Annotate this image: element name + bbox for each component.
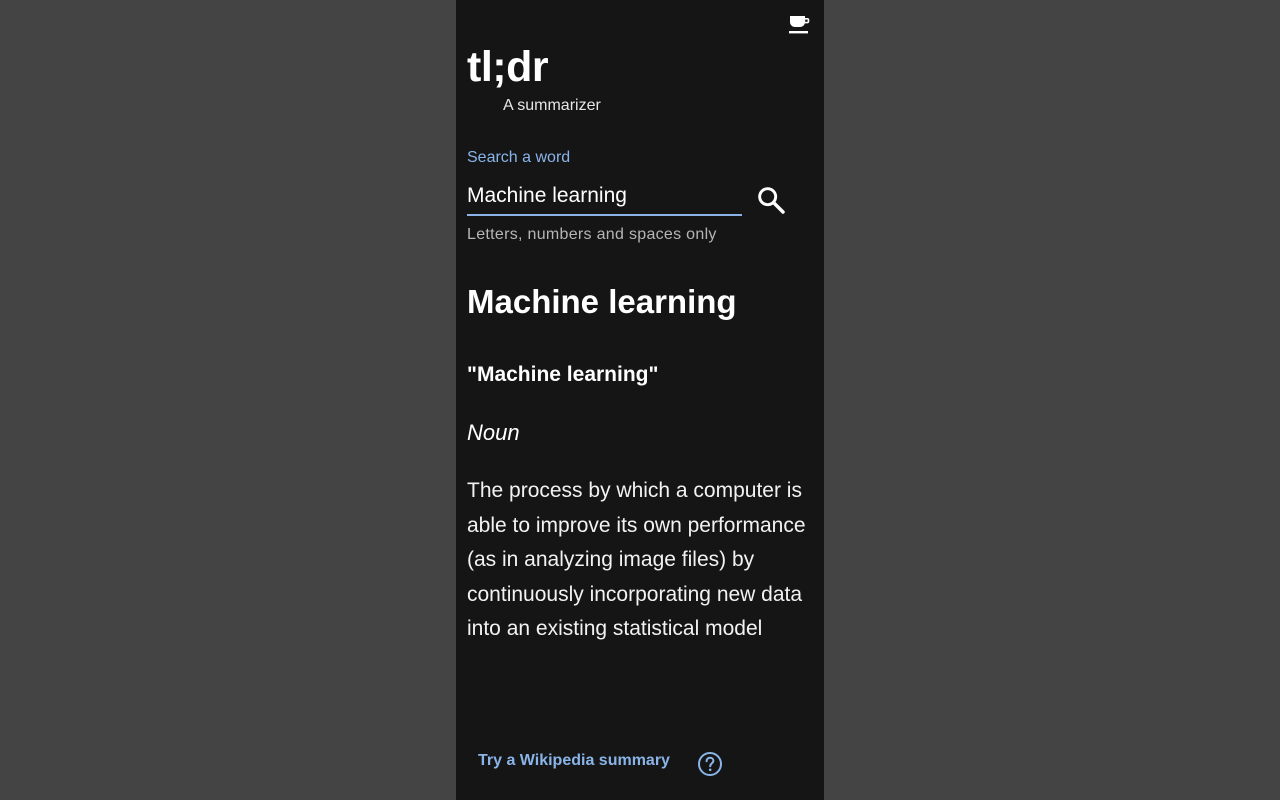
definition-text: The process by which a computer is able … [467, 479, 806, 641]
search-input[interactable] [467, 178, 742, 216]
wikipedia-summary-link[interactable]: Try a Wikipedia summary [478, 752, 670, 770]
app-subtitle: A summarizer [503, 97, 601, 114]
search-helper-text: Letters, numbers and spaces only [467, 226, 717, 243]
result-title: Machine learning [467, 283, 737, 320]
part-of-speech: Noun [467, 420, 520, 445]
app-title: tl;dr [467, 43, 549, 91]
search-field-label: Search a word [467, 149, 571, 166]
result-term: "Machine learning" [467, 363, 659, 386]
help-circle-icon[interactable] [697, 751, 723, 777]
search-icon[interactable] [755, 184, 787, 216]
coffee-cup-icon[interactable] [787, 12, 811, 36]
app-panel: tl;dr A summarizer Search a word Letters… [456, 0, 824, 800]
